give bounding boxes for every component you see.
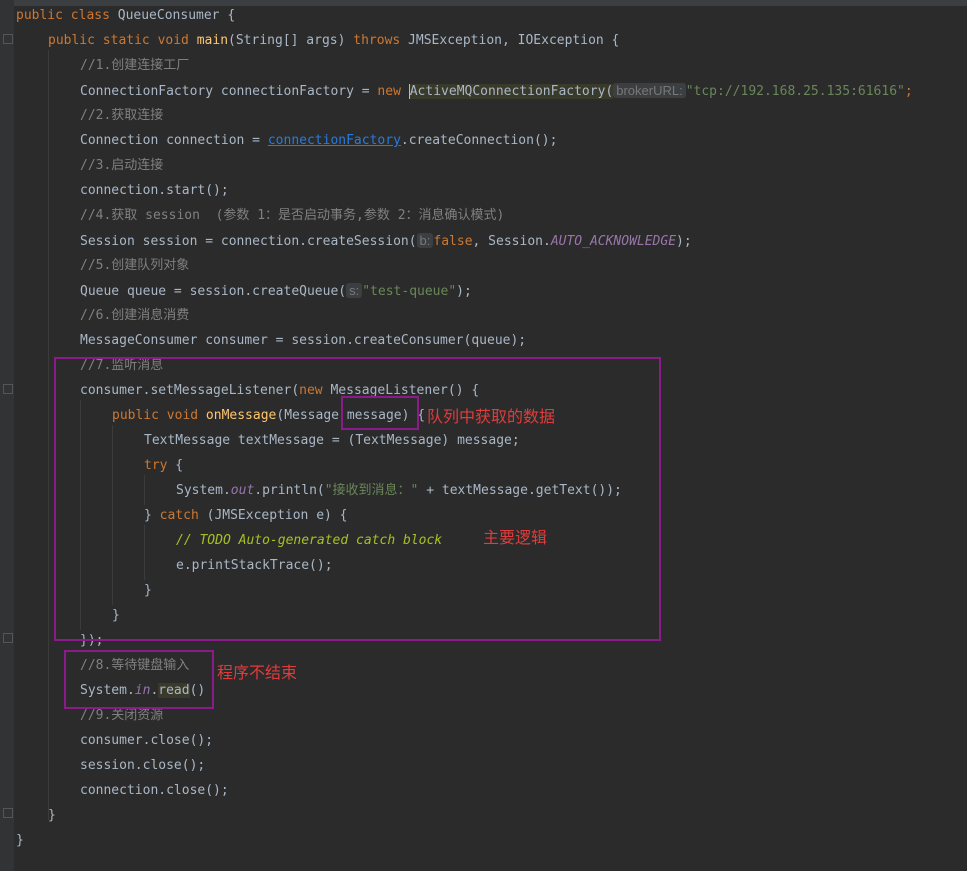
code-comment[interactable]: //6.创建消息消费 [80,303,189,328]
code-comment[interactable]: //1.创建连接工厂 [80,53,189,78]
code-comment[interactable]: //5.创建队列对象 [80,253,189,278]
code-line[interactable]: } [16,828,24,853]
code-line[interactable]: public class QueueConsumer { [16,3,235,28]
indent-guide [48,50,49,820]
code-line[interactable]: session.close(); [80,753,205,778]
editor-gutter [0,0,14,871]
code-line[interactable]: Session session = connection.createSessi… [80,228,692,253]
code-line[interactable]: MessageConsumer consumer = session.creat… [80,328,526,353]
wait-input-box [64,650,214,709]
message-param-box [341,396,419,430]
code-line[interactable]: Connection connection = connectionFactor… [80,128,557,153]
code-comment[interactable]: //4.获取 session (参数 1：是否启动事务,参数 2：消息确认模式) [80,203,504,228]
no-exit-annotation: 程序不结束 [217,663,298,682]
code-line[interactable]: consumer.close(); [80,728,213,753]
code-line[interactable]: Queue queue = session.createQueue(s: "tes… [80,278,472,303]
code-line[interactable]: ConnectionFactory connectionFactory = ne… [80,78,913,103]
code-line[interactable]: connection.start(); [80,178,229,203]
code-line[interactable]: connection.close(); [80,778,229,803]
fold-icon[interactable] [3,384,13,394]
message-annotation: 队列中获取的数据 [427,407,556,426]
code-line[interactable]: public static void main(String[] args) t… [48,28,619,53]
fold-icon[interactable] [3,808,13,818]
code-comment[interactable]: //2.获取连接 [80,103,163,128]
fold-icon[interactable] [3,34,13,44]
main-logic-annotation: 主要逻辑 [483,528,548,547]
code-line[interactable]: } [48,803,56,828]
code-comment[interactable]: //3.启动连接 [80,153,163,178]
fold-icon[interactable] [3,633,13,643]
